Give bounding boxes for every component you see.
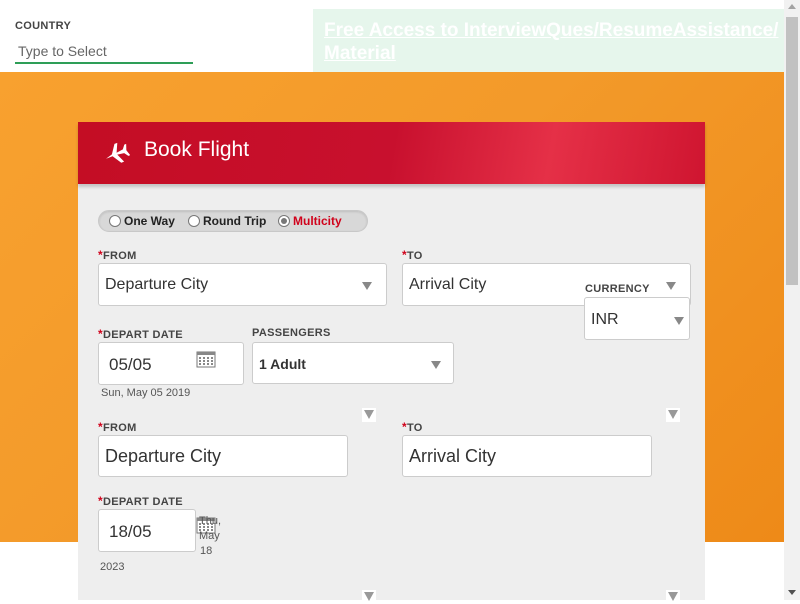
airplane-icon (106, 142, 130, 163)
depart-date-label-2: *DEPART DATE (98, 494, 183, 508)
from-label-2: *FROM (98, 420, 137, 434)
calendar-icon[interactable] (196, 350, 216, 368)
depart-date-value: 05/05 (109, 355, 152, 374)
to-label-1: *TO (402, 248, 423, 262)
from-input-2[interactable]: Departure City (98, 435, 348, 477)
depart-date-input-1[interactable]: 05/05 (98, 342, 244, 385)
currency-select[interactable]: INR (584, 297, 690, 340)
trip-option-label: One Way (124, 214, 175, 228)
trip-option-multicity[interactable]: Multicity (278, 214, 342, 228)
from-label-1: *FROM (98, 248, 137, 262)
passengers-value: 1 Adult (259, 356, 306, 372)
trip-option-one-way[interactable]: One Way (109, 214, 175, 228)
to-select-value: Arrival City (409, 276, 487, 293)
from-label-text: FROM (102, 422, 137, 434)
depart-date-2: 18 (200, 545, 213, 557)
to-input-value: Arrival City (409, 446, 497, 466)
depart-date-label-text: DEPART DATE (102, 496, 183, 508)
scrollbar-thumb[interactable] (786, 17, 798, 285)
depart-date-value: 18/05 (109, 522, 152, 541)
passengers-select[interactable]: 1 Adult (252, 342, 454, 384)
chevron-down-icon[interactable] (362, 590, 376, 604)
passengers-label: PASSENGERS (252, 327, 331, 339)
depart-date-full-1: Sun, May 05 2019 (101, 387, 191, 399)
radio-round-trip[interactable] (188, 215, 200, 227)
trip-option-label: Round Trip (203, 214, 267, 228)
chevron-down-icon (362, 282, 372, 290)
trip-type-toggle: One Way Round Trip Multicity (98, 210, 368, 232)
currency-value: INR (591, 311, 619, 328)
promo-link[interactable]: Free Access to InterviewQues/ResumeAssis… (324, 19, 779, 65)
depart-month-2: May (199, 530, 220, 542)
chevron-down-icon[interactable] (666, 408, 680, 422)
to-label-text: TO (406, 422, 423, 434)
card-header: Book Flight (78, 122, 705, 184)
country-input[interactable] (15, 40, 193, 64)
from-select-value: Departure City (105, 276, 209, 293)
trip-option-label: Multicity (293, 214, 342, 228)
depart-date-label-1: *DEPART DATE (98, 327, 183, 341)
card-title: Book Flight (144, 138, 250, 161)
chevron-down-icon (431, 361, 441, 369)
chevron-down-icon[interactable] (362, 408, 376, 422)
chevron-down-icon (666, 282, 676, 290)
to-label-text: TO (406, 250, 423, 262)
trip-option-round-trip[interactable]: Round Trip (188, 214, 266, 228)
chevron-down-icon (674, 317, 684, 325)
promo-banner: Free Access to InterviewQues/ResumeAssis… (313, 9, 784, 72)
depart-date-input-2[interactable]: 18/05 (98, 509, 196, 552)
to-label-2: *TO (402, 420, 423, 434)
currency-label: CURRENCY (585, 283, 650, 295)
scroll-up-arrow-icon[interactable] (788, 4, 796, 9)
radio-one-way[interactable] (109, 215, 121, 227)
radio-multicity[interactable] (278, 215, 290, 227)
to-input-2[interactable]: Arrival City (402, 435, 652, 477)
from-input-value: Departure City (105, 446, 222, 466)
book-flight-card: Book Flight One Way Round Trip Multicity… (78, 122, 705, 604)
scroll-down-arrow-icon[interactable] (788, 590, 796, 595)
depart-day-2: Thu, (199, 515, 222, 527)
from-label-text: FROM (102, 250, 137, 262)
depart-date-label-text: DEPART DATE (102, 329, 183, 341)
depart-year-2: 2023 (100, 561, 125, 573)
chevron-down-icon[interactable] (666, 590, 680, 604)
from-select-1[interactable]: Departure City (98, 263, 387, 306)
country-label: COUNTRY (15, 20, 72, 32)
